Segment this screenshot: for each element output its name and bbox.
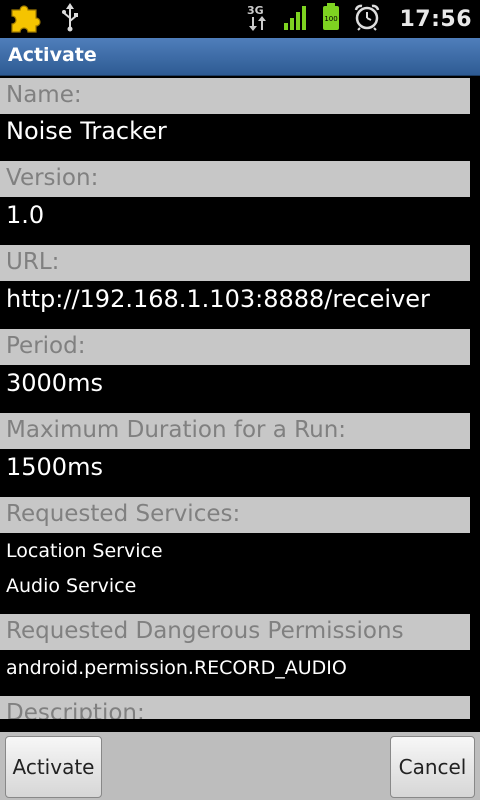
permissions-label-box: Requested Dangerous Permissions	[0, 614, 470, 650]
details-list[interactable]: Name: Noise Tracker Version: 1.0 URL: ht…	[0, 77, 480, 719]
name-label-box: Name:	[0, 78, 470, 114]
permissions-label: Requested Dangerous Permissions	[6, 618, 404, 644]
services-label: Requested Services:	[6, 501, 241, 527]
name-value: Noise Tracker	[6, 117, 167, 145]
usb-icon	[60, 2, 80, 36]
cancel-button[interactable]: Cancel	[390, 736, 475, 798]
description-label-box: Description:	[0, 696, 470, 719]
url-label-box: URL:	[0, 245, 470, 281]
period-value: 3000ms	[6, 369, 103, 397]
title-bar: Activate	[0, 38, 480, 76]
battery-icon: 100	[321, 2, 341, 36]
status-bar: 3G 100 17:56	[0, 0, 480, 38]
max-duration-label-box: Maximum Duration for a Run:	[0, 413, 470, 449]
name-label: Name:	[6, 82, 82, 108]
network-type-label: 3G	[247, 4, 264, 17]
alarm-clock-icon	[353, 3, 381, 35]
version-label-box: Version:	[0, 161, 470, 197]
max-duration-label: Maximum Duration for a Run:	[6, 417, 347, 443]
url-value: http://192.168.1.103:8888/receiver	[6, 285, 430, 313]
service-item: Location Service	[6, 540, 163, 562]
button-bar: Activate Cancel	[0, 732, 480, 800]
description-label: Description:	[6, 700, 145, 719]
network-3g-icon: 3G	[245, 2, 271, 36]
service-item: Audio Service	[6, 575, 137, 597]
puzzle-icon	[8, 0, 44, 38]
period-label-box: Period:	[0, 329, 470, 365]
status-time: 17:56	[399, 6, 472, 32]
page-title: Activate	[8, 44, 97, 66]
activate-button[interactable]: Activate	[5, 736, 102, 798]
version-label: Version:	[6, 165, 99, 191]
services-label-box: Requested Services:	[0, 497, 470, 533]
url-label: URL:	[6, 249, 60, 275]
permission-item: android.permission.RECORD_AUDIO	[6, 657, 347, 679]
battery-level: 100	[325, 15, 338, 23]
version-value: 1.0	[6, 201, 45, 229]
signal-icon	[283, 3, 309, 35]
max-duration-value: 1500ms	[6, 453, 103, 481]
period-label: Period:	[6, 333, 86, 359]
